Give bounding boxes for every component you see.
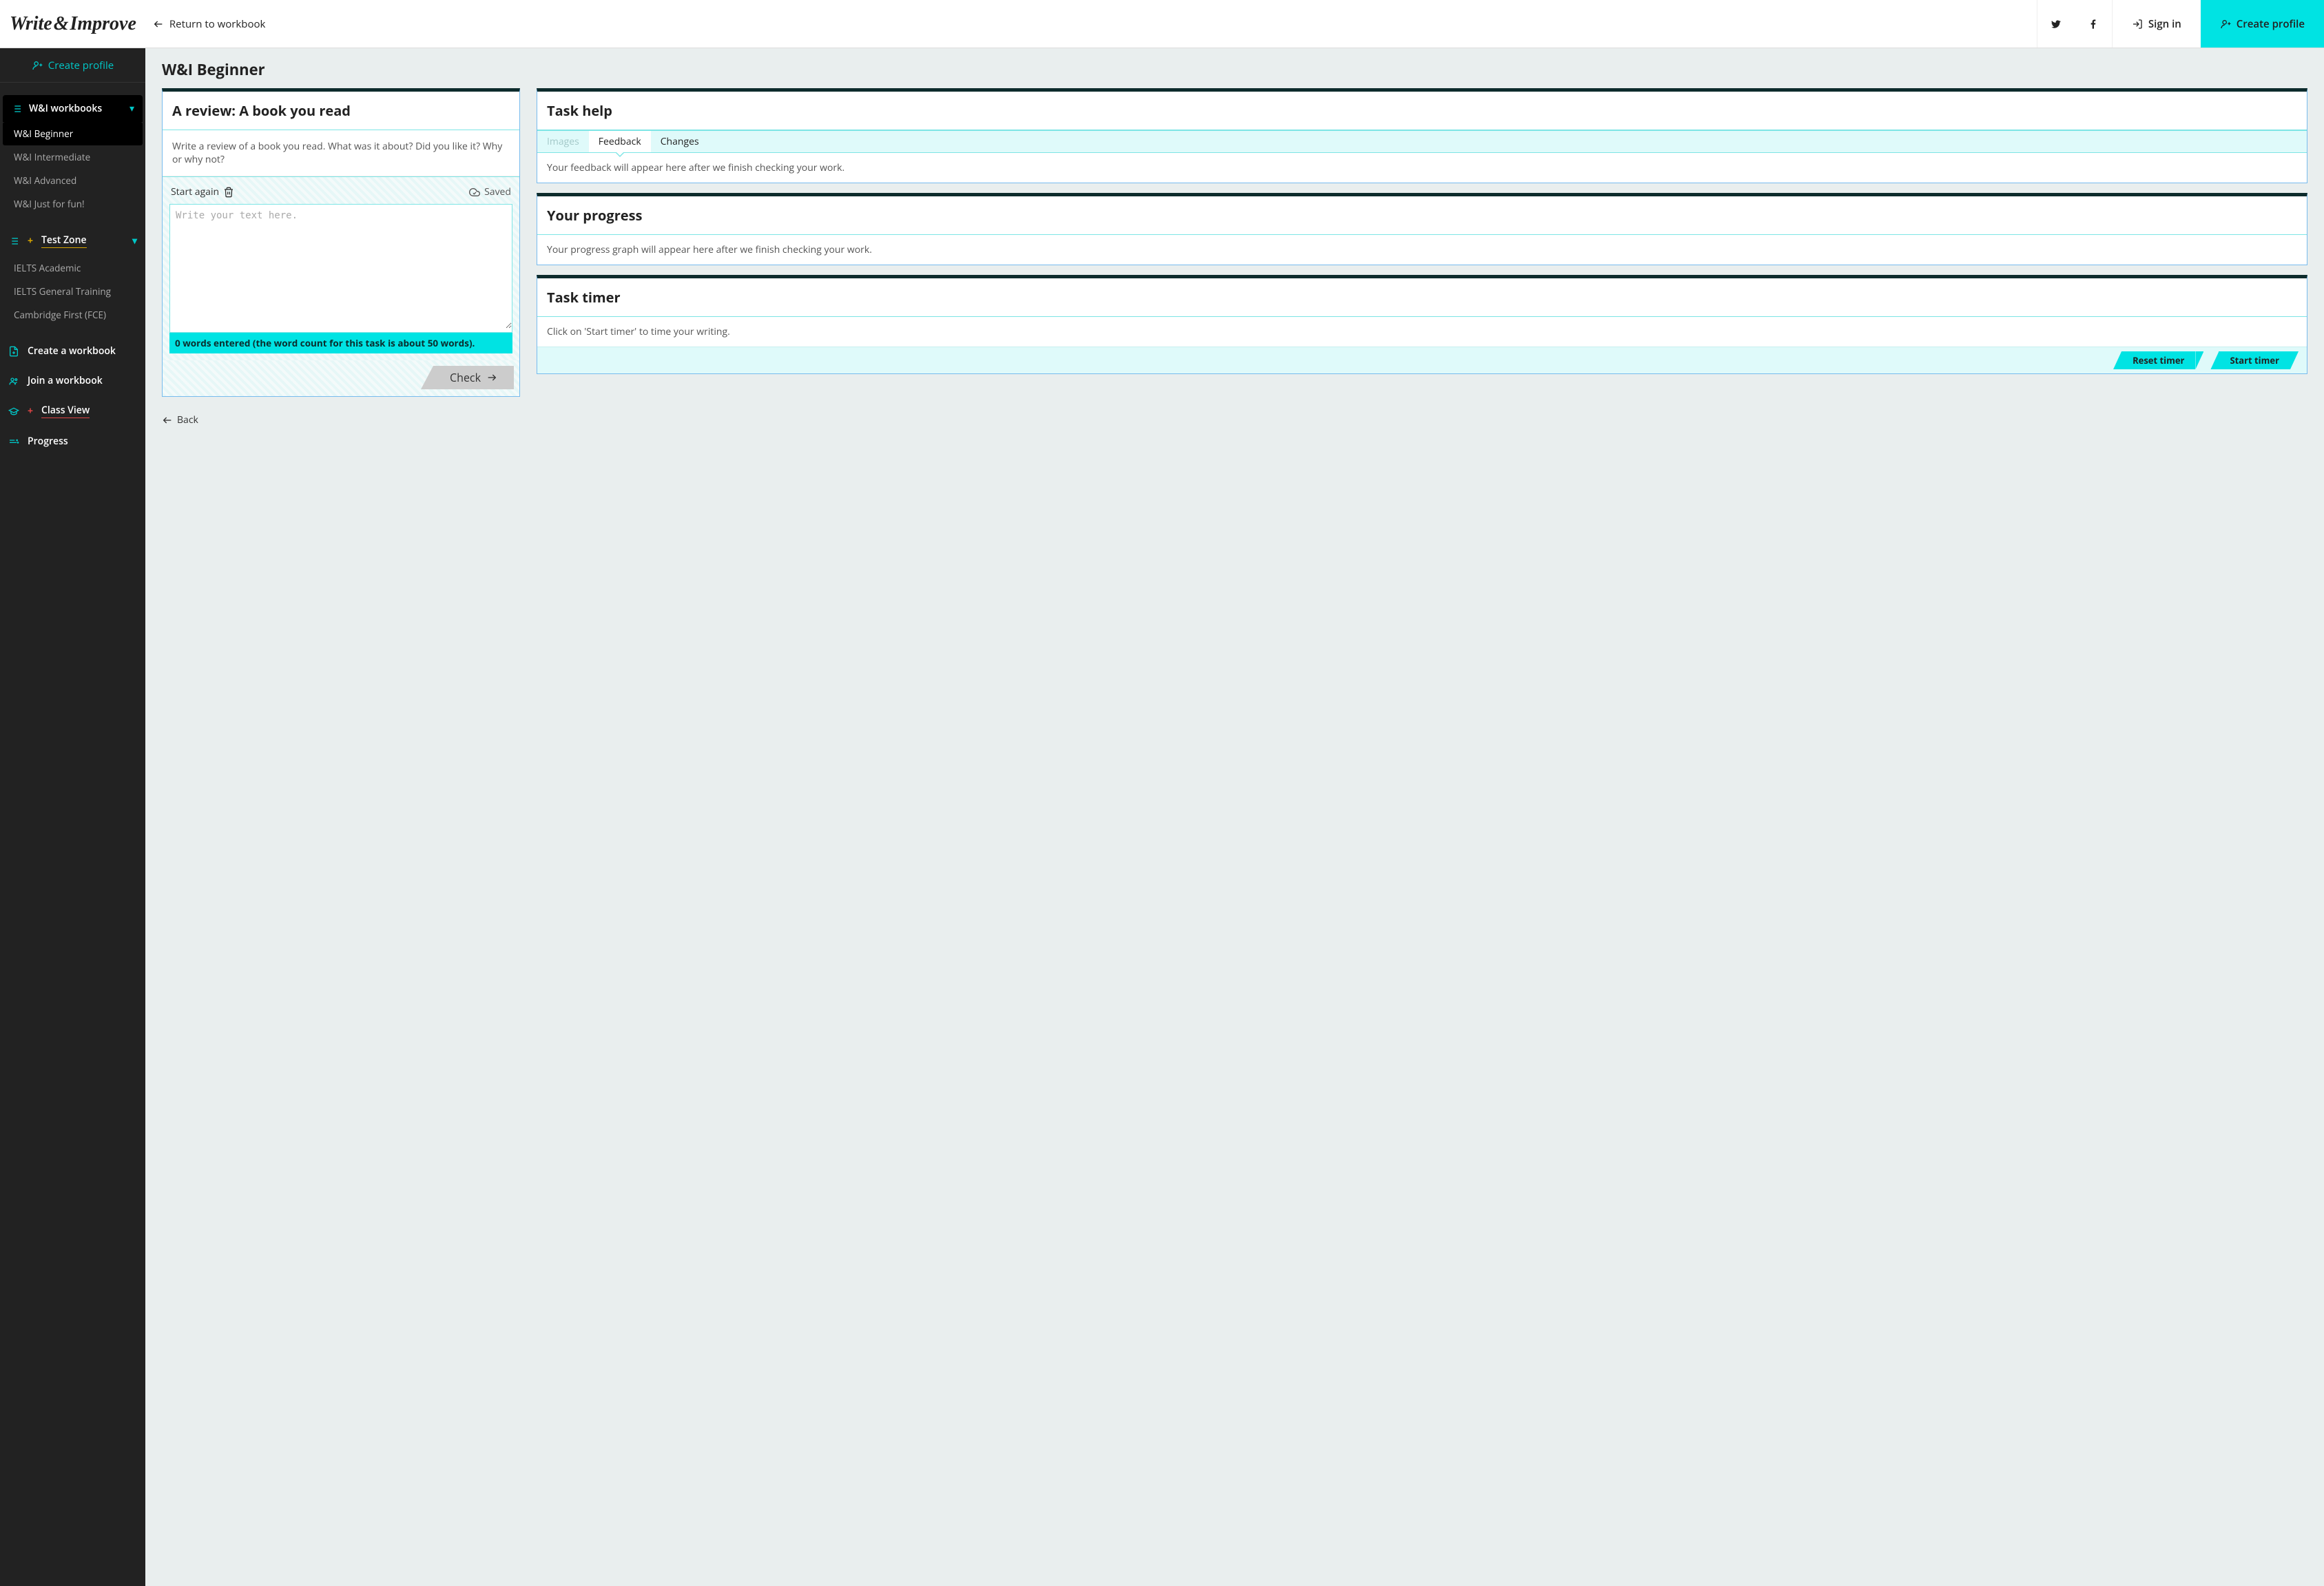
task-help-card: Task help Images Feedback Changes Your f…: [537, 88, 2307, 183]
timer-message: Click on 'Start timer' to time your writ…: [537, 317, 2307, 347]
sidebar-create-profile-label: Create profile: [48, 59, 114, 72]
users-icon: [8, 375, 19, 387]
sidebar-create-profile[interactable]: Create profile: [0, 48, 145, 83]
sidebar-item-fun[interactable]: W&I Just for fun!: [3, 192, 143, 216]
sidebar-group-testzone[interactable]: + Test Zone ▾: [0, 225, 145, 256]
help-message: Your feedback will appear here after we …: [537, 153, 2307, 183]
user-plus-icon: [2220, 19, 2231, 30]
return-to-workbook-link[interactable]: Return to workbook: [153, 17, 265, 31]
task-prompt: Write a review of a book you read. What …: [163, 130, 519, 176]
topbar: Write & Improve Return to workbook Sign …: [0, 0, 2324, 48]
word-count-bar: 0 words entered (the word count for this…: [169, 333, 512, 353]
list-icon: [11, 103, 22, 114]
help-tabs: Images Feedback Changes: [537, 130, 2307, 153]
start-again-button[interactable]: Start again: [171, 185, 234, 198]
start-again-label: Start again: [171, 185, 219, 198]
return-label: Return to workbook: [169, 17, 265, 31]
logo-part2: Improve: [70, 13, 136, 35]
signin-label: Sign in: [2148, 17, 2181, 31]
back-label: Back: [177, 413, 198, 426]
plus-icon: +: [28, 404, 33, 418]
progress-label: Progress: [28, 435, 68, 448]
logo-part1: Write: [10, 13, 52, 35]
facebook-icon: [2088, 19, 2099, 30]
progress-title: Your progress: [537, 196, 2307, 235]
progress-icon: [8, 436, 19, 447]
signin-icon: [2132, 19, 2143, 30]
tab-changes[interactable]: Changes: [651, 131, 709, 152]
social-block: [2037, 0, 2112, 48]
twitter-link[interactable]: [2037, 0, 2075, 48]
signin-button[interactable]: Sign in: [2112, 0, 2201, 48]
sidebar-item-advanced[interactable]: W&I Advanced: [3, 169, 143, 192]
sidebar-join-workbook[interactable]: Join a workbook: [0, 366, 145, 395]
timer-title: Task timer: [537, 278, 2307, 317]
graduation-cap-icon: [8, 406, 19, 417]
sidebar-item-beginner[interactable]: W&I Beginner: [3, 122, 143, 145]
file-plus-icon: [8, 346, 19, 357]
create-profile-top-label: Create profile: [2237, 17, 2305, 31]
topbar-right: Sign in Create profile: [2037, 0, 2324, 48]
start-timer-button[interactable]: Start timer: [2219, 351, 2290, 369]
logo-amp: &: [54, 13, 69, 35]
sidebar-item-ielts-academic[interactable]: IELTS Academic: [3, 256, 143, 280]
progress-message: Your progress graph will appear here aft…: [537, 235, 2307, 265]
create-workbook-label: Create a workbook: [28, 344, 116, 358]
create-profile-top-button[interactable]: Create profile: [2201, 0, 2324, 48]
arrow-left-icon: [162, 415, 173, 426]
timer-card: Task timer Click on 'Start timer' to tim…: [537, 275, 2307, 374]
sidebar: Create profile W&I workbooks ▾ W&I Begin…: [0, 48, 145, 1586]
arrow-right-icon: [486, 372, 497, 383]
facebook-link[interactable]: [2075, 0, 2112, 48]
sidebar-item-intermediate[interactable]: W&I Intermediate: [3, 145, 143, 169]
trash-icon: [223, 187, 234, 198]
task-help-title: Task help: [537, 92, 2307, 130]
check-label: Check: [450, 370, 481, 385]
reset-timer-button[interactable]: Reset timer: [2121, 351, 2195, 369]
task-title: A review: A book you read: [163, 92, 519, 130]
check-button[interactable]: Check: [433, 366, 514, 389]
group-workbooks-label: W&I workbooks: [29, 102, 102, 115]
class-view-label: Class View: [41, 404, 90, 418]
caret-down-icon: ▾: [132, 234, 137, 247]
saved-status: Saved: [469, 185, 511, 198]
list-icon: [8, 236, 19, 247]
sidebar-create-workbook[interactable]: Create a workbook: [0, 336, 145, 366]
sidebar-item-ielts-general[interactable]: IELTS General Training: [3, 280, 143, 303]
tab-feedback[interactable]: Feedback: [589, 131, 651, 152]
page-title: W&I Beginner: [162, 59, 2307, 80]
logo[interactable]: Write & Improve: [10, 13, 136, 35]
join-workbook-label: Join a workbook: [28, 374, 103, 387]
sidebar-group-workbooks[interactable]: W&I workbooks ▾: [3, 95, 143, 122]
twitter-icon: [2051, 19, 2062, 30]
tab-images[interactable]: Images: [537, 131, 589, 152]
sidebar-progress[interactable]: Progress: [0, 426, 145, 456]
progress-card: Your progress Your progress graph will a…: [537, 193, 2307, 265]
back-link[interactable]: Back: [162, 413, 198, 426]
caret-down-icon: ▾: [129, 102, 134, 115]
group-testzone-label: Test Zone: [41, 234, 87, 248]
sidebar-class-view[interactable]: + Class View: [0, 395, 145, 426]
main: W&I Beginner A review: A book you read W…: [145, 48, 2324, 1586]
sidebar-item-cambridge-first[interactable]: Cambridge First (FCE): [3, 303, 143, 327]
cloud-check-icon: [469, 187, 480, 198]
task-card: A review: A book you read Write a review…: [162, 88, 520, 397]
plus-icon: +: [28, 234, 33, 247]
user-plus-icon: [32, 60, 43, 71]
writing-textarea[interactable]: [170, 205, 512, 329]
saved-label: Saved: [484, 185, 511, 198]
arrow-left-icon: [153, 19, 164, 30]
